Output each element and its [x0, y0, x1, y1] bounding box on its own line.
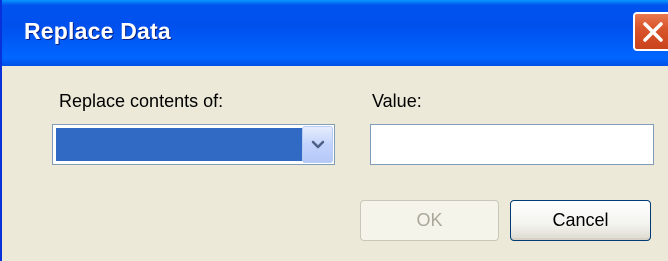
title-bar[interactable]: Replace Data	[2, 0, 668, 66]
value-input[interactable]	[370, 124, 654, 165]
replace-contents-label: Replace contents of:	[59, 91, 224, 111]
value-label: Value:	[372, 91, 422, 111]
close-button[interactable]	[633, 12, 668, 51]
combobox-selected-value	[56, 128, 303, 161]
ok-button[interactable]: OK	[360, 200, 499, 241]
window-title: Replace Data	[24, 18, 171, 44]
replace-contents-combobox[interactable]	[52, 124, 335, 165]
dropdown-button[interactable]	[302, 126, 333, 163]
close-icon	[643, 22, 663, 42]
chevron-down-icon	[311, 140, 325, 149]
cancel-button[interactable]: Cancel	[510, 200, 651, 241]
